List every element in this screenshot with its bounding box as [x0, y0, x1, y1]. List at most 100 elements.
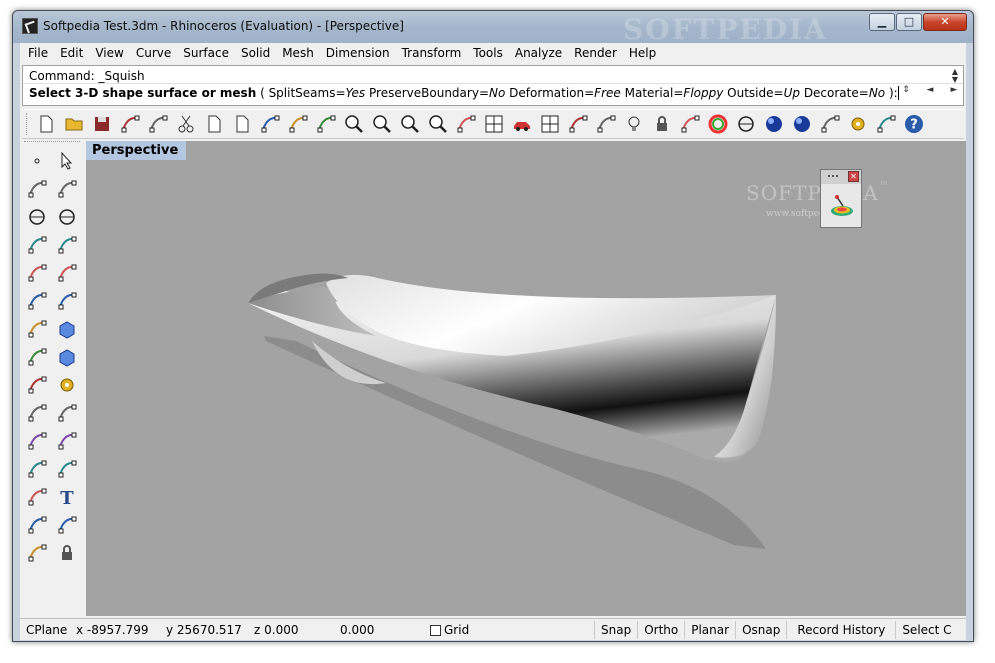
floating-toolbar[interactable]: ✕ — [820, 169, 862, 228]
title-bar[interactable]: Softpedia Test.3dm - Rhinoceros (Evaluat… — [13, 11, 973, 46]
shaded-sphere-button[interactable] — [760, 111, 788, 137]
gear-tools-button[interactable] — [52, 371, 82, 399]
planar-toggle[interactable]: Planar — [685, 620, 737, 639]
option-splitseams[interactable]: SplitSeams=Yes — [269, 86, 366, 100]
pan-hand-button[interactable] — [284, 111, 312, 137]
save-button[interactable] — [88, 111, 116, 137]
rotate-view-button[interactable] — [312, 111, 340, 137]
close-button[interactable]: ✕ — [923, 13, 967, 31]
polyline-button[interactable] — [22, 175, 52, 203]
rhino-app-icon[interactable] — [22, 18, 38, 34]
curve-from-object-button[interactable] — [22, 455, 52, 483]
polygon-button[interactable] — [52, 231, 82, 259]
cplane-button[interactable] — [564, 111, 592, 137]
option-outside[interactable]: Outside=Up — [727, 86, 800, 100]
new-file-button[interactable] — [32, 111, 60, 137]
boolean-button[interactable] — [52, 427, 82, 455]
select-window-button[interactable] — [872, 111, 900, 137]
print-button[interactable] — [116, 111, 144, 137]
text-button[interactable]: T — [52, 483, 82, 511]
offset-curve-button[interactable] — [52, 259, 82, 287]
zoom-extents-button[interactable] — [396, 111, 424, 137]
box-button[interactable] — [52, 315, 82, 343]
blend-curve-button[interactable] — [52, 455, 82, 483]
explode-button[interactable] — [22, 371, 52, 399]
status-cplane[interactable]: CPlane — [20, 621, 70, 639]
menu-analyze[interactable]: Analyze — [509, 46, 568, 60]
select-filter[interactable]: Select C — [896, 621, 957, 639]
menu-view[interactable]: View — [89, 46, 129, 60]
transform-array-button[interactable] — [22, 511, 52, 539]
paste-button[interactable] — [228, 111, 256, 137]
viewport-title-tab[interactable]: Perspective — [86, 141, 187, 160]
zoom-window-button[interactable] — [368, 111, 396, 137]
group-button[interactable] — [22, 427, 52, 455]
command-prompt-input[interactable]: Select 3-D shape surface or mesh ( Split… — [29, 86, 899, 100]
snap-toggle[interactable]: Snap — [594, 620, 639, 639]
menu-transform[interactable]: Transform — [396, 46, 468, 60]
surface-button[interactable] — [22, 287, 52, 315]
status-grid[interactable]: Grid — [424, 621, 594, 639]
option-deformation[interactable]: Deformation=Free — [509, 86, 621, 100]
loft-button[interactable] — [52, 287, 82, 315]
menu-render[interactable]: Render — [568, 46, 623, 60]
maximize-button[interactable]: □ — [896, 13, 922, 31]
option-material[interactable]: Material=Floppy — [625, 86, 724, 100]
left-arrow-icon[interactable]: ◄ — [923, 85, 937, 95]
dimension-button[interactable] — [22, 539, 52, 567]
minimize-button[interactable]: ▁ — [869, 13, 895, 31]
car-button[interactable] — [508, 111, 536, 137]
array-button[interactable] — [52, 511, 82, 539]
transform-move-button[interactable] — [22, 483, 52, 511]
light-bulb-button[interactable] — [620, 111, 648, 137]
menu-dimension[interactable]: Dimension — [320, 46, 396, 60]
arc-button[interactable] — [52, 203, 82, 231]
menu-solid[interactable]: Solid — [235, 46, 276, 60]
open-folder-button[interactable] — [60, 111, 88, 137]
solid-union-button[interactable] — [22, 315, 52, 343]
toolbar-grip[interactable] — [26, 113, 29, 135]
record-history-toggle[interactable]: Record History — [787, 620, 897, 639]
rectangle-button[interactable] — [22, 231, 52, 259]
help-button[interactable]: ? — [900, 111, 928, 137]
floating-close-icon[interactable]: ✕ — [848, 171, 859, 182]
grid-plane-button[interactable] — [536, 111, 564, 137]
menu-curve[interactable]: Curve — [130, 46, 177, 60]
light-button[interactable] — [816, 111, 844, 137]
curve-button[interactable] — [52, 175, 82, 203]
grid-checkbox[interactable] — [430, 624, 441, 636]
menu-help[interactable]: Help — [623, 46, 662, 60]
select-arrow-button[interactable] — [52, 147, 82, 175]
history-scrollbar[interactable]: ▲ ▼ — [949, 68, 961, 84]
menu-tools[interactable]: Tools — [467, 46, 509, 60]
menu-surface[interactable]: Surface — [177, 46, 235, 60]
layer-button[interactable] — [676, 111, 704, 137]
export-button[interactable] — [144, 111, 172, 137]
floating-toolbar-titlebar[interactable]: ✕ — [821, 170, 861, 184]
undo-button[interactable] — [256, 111, 284, 137]
split-button[interactable] — [22, 399, 52, 427]
menu-edit[interactable]: Edit — [54, 46, 89, 60]
zoom-selected-button[interactable] — [424, 111, 452, 137]
mesh-button[interactable] — [22, 343, 52, 371]
option-preserveboundary[interactable]: PreserveBoundary=No — [369, 86, 505, 100]
cylinder-button[interactable] — [52, 343, 82, 371]
ortho-toggle[interactable]: Ortho — [638, 620, 686, 639]
menu-file[interactable]: File — [22, 46, 54, 60]
render-sphere-button[interactable] — [788, 111, 816, 137]
perspective-viewport[interactable]: Perspective SOFTPEDIA™ www.softpedia.com… — [86, 141, 966, 616]
osnap-toggle[interactable]: Osnap — [736, 620, 788, 639]
block-button[interactable] — [52, 539, 82, 567]
option-decorate[interactable]: Decorate=No — [804, 86, 885, 100]
trim-button[interactable] — [52, 399, 82, 427]
circle-button[interactable] — [22, 203, 52, 231]
updown-arrow-icon[interactable]: ⇕ — [899, 85, 913, 95]
copy-button[interactable] — [200, 111, 228, 137]
zebra-analysis-icon[interactable] — [829, 194, 855, 220]
menu-mesh[interactable]: Mesh — [276, 46, 320, 60]
osnap-button[interactable] — [592, 111, 620, 137]
undo-view-button[interactable] — [452, 111, 480, 137]
four-viewports-button[interactable] — [480, 111, 508, 137]
color-wheel-button[interactable] — [704, 111, 732, 137]
lock-button[interactable] — [648, 111, 676, 137]
